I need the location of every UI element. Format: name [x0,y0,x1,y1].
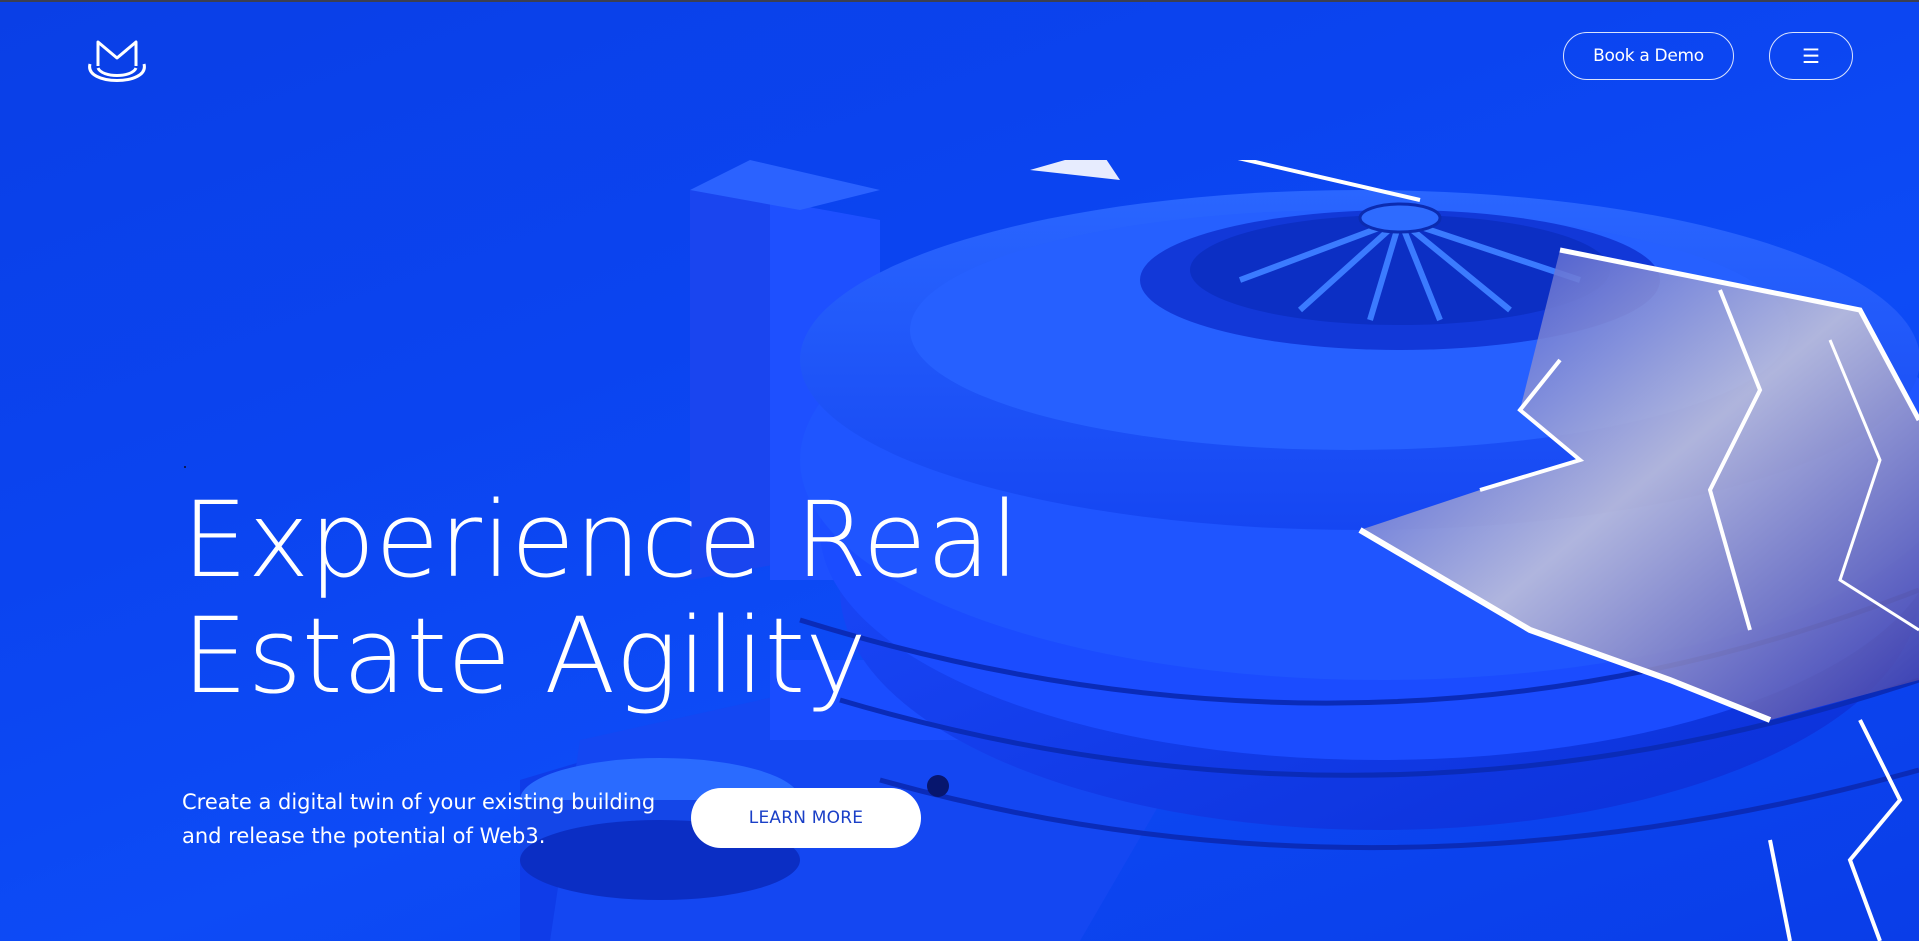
hamburger-menu-icon: ☰ [1802,44,1820,68]
subtext-line-1: Create a digital twin of your existing b… [182,790,656,814]
headline-line-2: Estate Agility [182,595,867,717]
landing-page: Book a Demo ☰ Experience Real Estate Agi… [0,0,1919,941]
hero-subtext: Create a digital twin of your existing b… [182,785,656,853]
subtext-line-2: and release the potential of Web3. [182,824,546,848]
top-border [0,0,1919,2]
brand-logo-icon[interactable] [84,36,150,94]
hero-headline: Experience Real Estate Agility [182,482,1019,714]
book-demo-button[interactable]: Book a Demo [1563,32,1734,80]
menu-button[interactable]: ☰ [1769,32,1853,80]
header-nav: Book a Demo ☰ [1563,32,1853,80]
headline-line-1: Experience Real [182,479,1020,601]
learn-more-button[interactable]: LEARN MORE [691,788,921,848]
decorative-dot [184,466,186,468]
